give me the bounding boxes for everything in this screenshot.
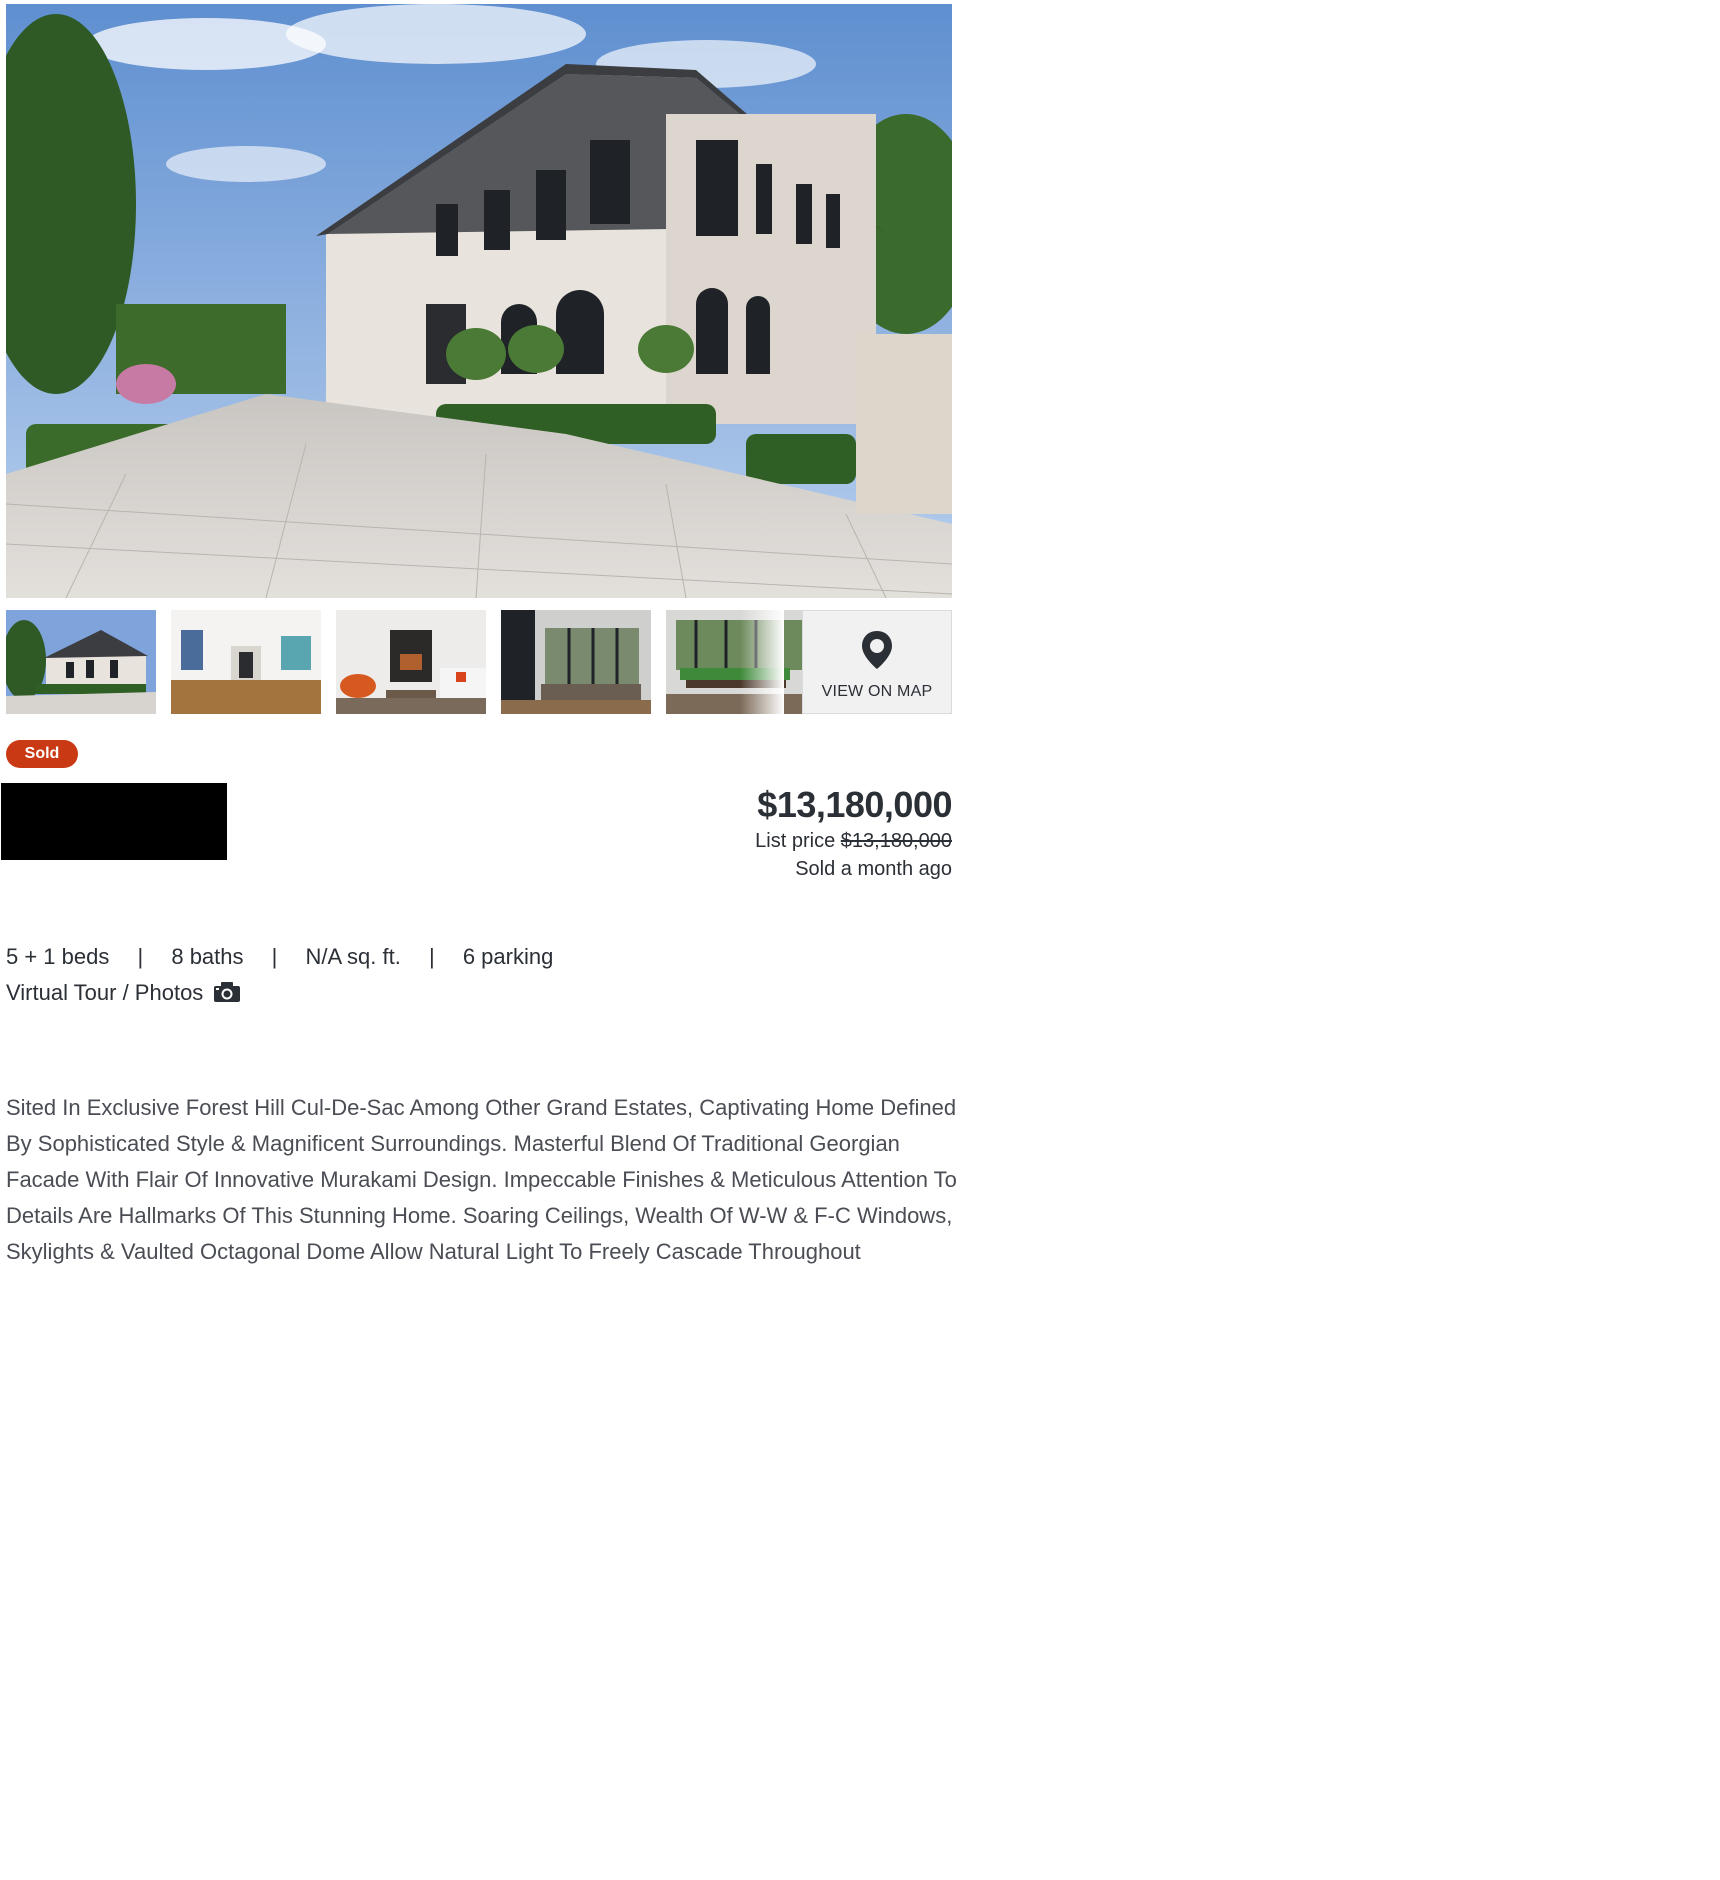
map-pin-icon [860,629,894,676]
thumbnail-dining-room-image [666,610,816,714]
spec-separator: | [137,944,144,969]
main-listing-photo[interactable] [6,4,952,598]
baths-count: 8 baths [171,944,244,969]
thumbnail-family-room[interactable] [501,610,651,714]
spec-separator: | [428,944,435,969]
virtual-tour-link[interactable]: Virtual Tour / Photos [6,980,241,1009]
thumbnail-entry-hall-image [171,610,321,714]
thumbnail-exterior-image [6,610,156,714]
spec-separator: | [271,944,278,969]
camera-icon [213,981,241,1009]
house-exterior-image [6,4,952,598]
property-specs: 5 + 1 beds | 8 baths | N/A sq. ft. | 6 p… [6,944,553,970]
thumbnail-living-room-image [336,610,486,714]
thumbnail-dining-room[interactable] [666,610,816,714]
thumbnail-family-room-image [501,610,651,714]
list-price-label: List price [755,830,836,852]
redacted-address-block [1,783,227,860]
sold-price: $13,180,000 [757,784,952,825]
status-badge: Sold [6,740,78,768]
thumbnail-entry-hall[interactable] [171,610,321,714]
view-on-map-button[interactable]: VIEW ON MAP [802,610,952,714]
listing-description: Sited In Exclusive Forest Hill Cul-De-Sa… [6,1095,957,1264]
beds-count: 5 + 1 beds [6,944,110,969]
list-price-value: $13,180,000 [840,830,952,852]
sold-time: Sold a month ago [795,858,952,880]
parking-count: 6 parking [462,944,554,969]
square-footage: N/A sq. ft. [305,944,401,969]
thumbnail-exterior[interactable] [6,610,156,714]
thumbnail-living-room[interactable] [336,610,486,714]
view-on-map-label: VIEW ON MAP [821,683,933,700]
price-block: $13,180,000 List price $13,180,000 Sold … [755,783,952,883]
list-price-line: List price $13,180,000 [755,827,952,855]
virtual-tour-label: Virtual Tour / Photos [6,980,204,1005]
